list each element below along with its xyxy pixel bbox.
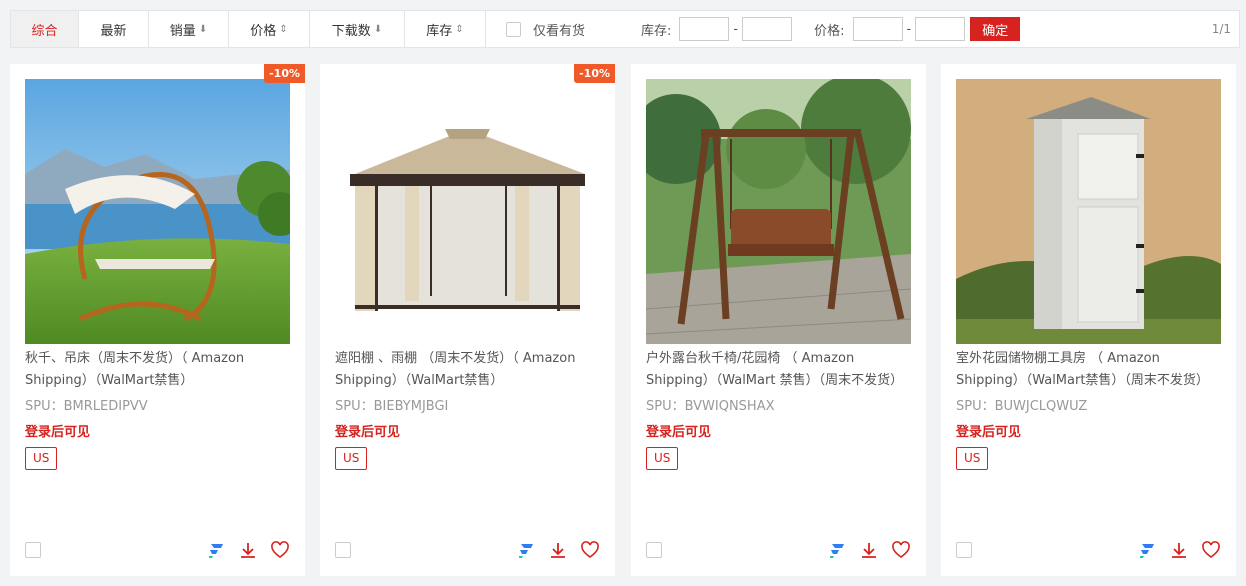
favorite-heart-icon[interactable]: [1201, 540, 1221, 560]
price-range-label: 价格:: [814, 23, 845, 39]
select-checkbox[interactable]: [956, 542, 972, 558]
sort-updown-icon: ⇕: [455, 23, 464, 35]
stock-range-label: 库存:: [641, 23, 672, 39]
range-separator: -: [906, 21, 912, 37]
product-image-swing-chair[interactable]: [646, 79, 911, 344]
download-icon[interactable]: [859, 540, 879, 560]
favorite-heart-icon[interactable]: [270, 540, 290, 560]
select-checkbox[interactable]: [335, 542, 351, 558]
sort-updown-icon: ⇕: [279, 23, 288, 35]
stock-min-input[interactable]: [679, 17, 730, 41]
card-actions: [1137, 540, 1221, 560]
product-spu: SPU：BMRLEDIPVV: [25, 399, 148, 414]
product-title[interactable]: 室外花园储物棚工具房 （ Amazon Shipping）（WalMart禁售）…: [956, 348, 1221, 392]
discount-badge: -10%: [264, 64, 305, 83]
publish-icon[interactable]: [206, 540, 226, 560]
product-title[interactable]: 户外露台秋千椅/花园椅 （ Amazon Shipping）（WalMart 禁…: [646, 348, 911, 392]
sort-tab-newest[interactable]: 最新: [79, 11, 149, 47]
product-image-hammock[interactable]: [25, 79, 290, 344]
price-max-input[interactable]: [915, 17, 966, 41]
sort-tab-stock[interactable]: 库存 ⇕: [405, 11, 486, 47]
select-checkbox[interactable]: [25, 542, 41, 558]
in-stock-only-checkbox[interactable]: [506, 21, 521, 37]
sort-tab-sales[interactable]: 销量 ⬇: [149, 11, 229, 47]
garden-shed-photo: [956, 79, 1221, 344]
country-tag: US: [335, 447, 368, 470]
download-icon[interactable]: [1169, 540, 1189, 560]
country-tag: US: [646, 447, 679, 470]
publish-icon[interactable]: [516, 540, 536, 560]
filter-toolbar: 综合 最新 销量 ⬇ 价格 ⇕ 下载数 ⬇ 库存 ⇕ 仅看有货 库存: - 价格: - …: [10, 10, 1240, 48]
product-card[interactable]: -10% 秋千、吊床（周末不发货）（ Amazon Shipping）（WalM…: [10, 64, 305, 576]
country-tag: US: [25, 447, 58, 470]
in-stock-only-filter[interactable]: 仅看有货: [506, 20, 585, 39]
product-card[interactable]: 户外露台秋千椅/花园椅 （ Amazon Shipping）（WalMart 禁…: [631, 64, 926, 576]
swing-chair-photo: [646, 79, 911, 344]
login-to-view-price[interactable]: 登录后可见: [25, 421, 90, 440]
publish-icon[interactable]: [827, 540, 847, 560]
favorite-heart-icon[interactable]: [580, 540, 600, 560]
sort-down-icon: ⬇: [373, 23, 383, 35]
discount-badge: -10%: [574, 64, 615, 83]
publish-icon[interactable]: [1137, 540, 1157, 560]
product-spu: SPU：BVWIQNSHAX: [646, 399, 775, 414]
favorite-heart-icon[interactable]: [891, 540, 911, 560]
range-separator: -: [733, 21, 739, 37]
download-icon[interactable]: [548, 540, 568, 560]
login-to-view-price[interactable]: 登录后可见: [646, 421, 711, 440]
download-icon[interactable]: [238, 540, 258, 560]
card-actions: [206, 540, 290, 560]
card-actions: [827, 540, 911, 560]
product-spu: SPU：BUWJCLQWUZ: [956, 399, 1088, 414]
hammock-photo: [25, 79, 290, 344]
select-checkbox[interactable]: [646, 542, 662, 558]
confirm-filter-button[interactable]: 确定: [970, 17, 1021, 41]
product-card[interactable]: -10% 遮阳棚 、雨棚 （周末不发货）（ Amazon Shipping）（W…: [320, 64, 615, 576]
product-spu: SPU：BIEBYMJBGI: [335, 399, 449, 414]
product-title[interactable]: 秋千、吊床（周末不发货）（ Amazon Shipping）（WalMart禁售…: [25, 348, 290, 392]
product-title[interactable]: 遮阳棚 、雨棚 （周末不发货）（ Amazon Shipping）（WalMar…: [335, 348, 600, 392]
login-to-view-price[interactable]: 登录后可见: [335, 421, 400, 440]
login-to-view-price[interactable]: 登录后可见: [956, 421, 1021, 440]
price-min-input[interactable]: [852, 17, 903, 41]
product-image-garden-shed[interactable]: [956, 79, 1221, 344]
country-tag: US: [956, 447, 989, 470]
pagination-indicator: 1/1: [1211, 22, 1231, 36]
product-image-gazebo[interactable]: [335, 79, 600, 344]
stock-max-input[interactable]: [742, 17, 793, 41]
gazebo-photo: [335, 79, 600, 344]
product-card[interactable]: 室外花园储物棚工具房 （ Amazon Shipping）（WalMart禁售）…: [941, 64, 1236, 576]
sort-tab-downloads[interactable]: 下载数 ⬇: [310, 11, 405, 47]
card-actions: [516, 540, 600, 560]
sort-tab-comprehensive[interactable]: 综合: [11, 11, 79, 47]
sort-tab-price[interactable]: 价格 ⇕: [229, 11, 310, 47]
sort-down-icon: ⬇: [198, 23, 208, 35]
